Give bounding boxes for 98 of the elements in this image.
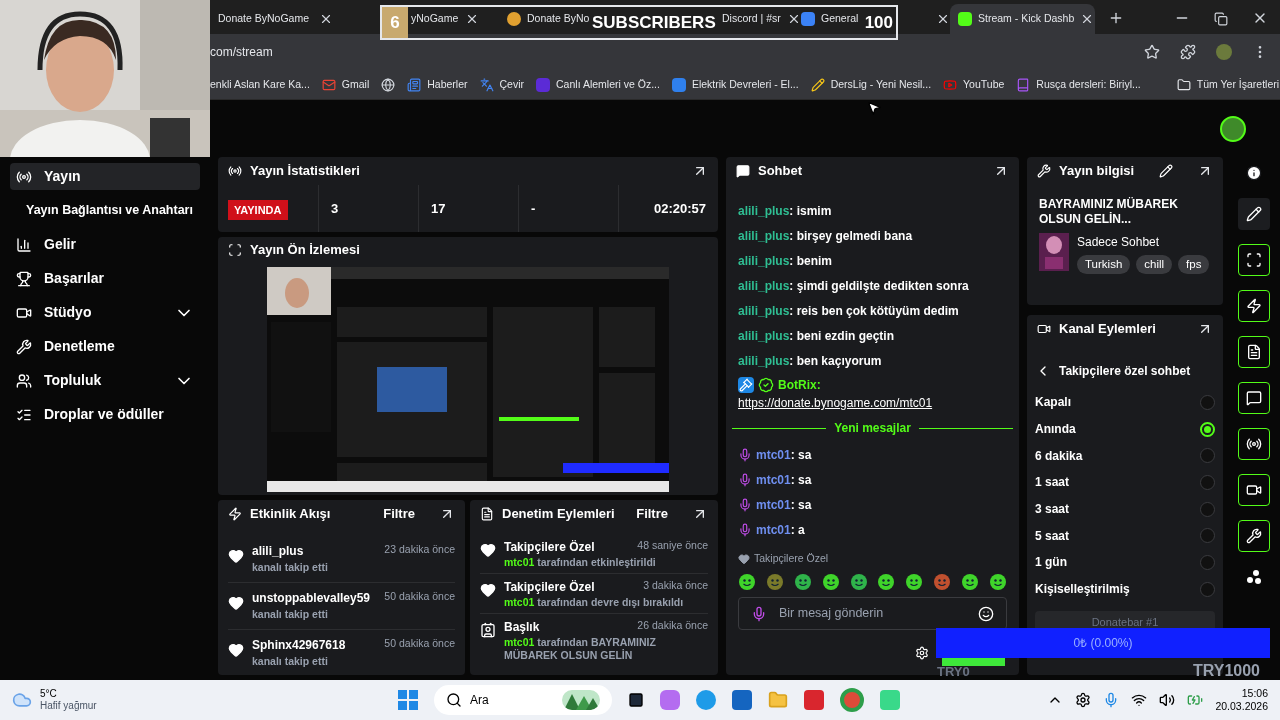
radio-option[interactable]: 6 dakika <box>1035 442 1215 470</box>
goal-label: SUBSCRIBERS <box>592 14 716 31</box>
bookmark[interactable]: Rusça dersleri: Biriyl... <box>1016 76 1141 93</box>
browser-tab[interactable]: Discord | #sr <box>722 4 781 34</box>
browser-tab[interactable]: yNoGame <box>411 4 459 34</box>
stat-value: - <box>531 199 536 218</box>
panel-title: Denetim Eylemleri <box>502 505 615 524</box>
category-name: Sadece Sohbet <box>1077 234 1161 251</box>
bookmark[interactable]: Canlı Alemleri ve Öz... <box>536 76 660 93</box>
message-input[interactable]: Bir mesaj gönderin <box>738 597 1007 630</box>
goal-max-label: TRY1000 <box>1193 663 1260 679</box>
message-field[interactable]: Bir mesaj gönderin <box>779 604 966 623</box>
chat-mode-label: Takipçilere Özel <box>754 551 829 567</box>
tag[interactable]: Turkish <box>1077 255 1131 275</box>
event-time: 50 dakika önce <box>384 635 455 651</box>
action-name: Başlık <box>504 619 540 636</box>
sidebar-item[interactable]: Denetleme <box>10 333 200 360</box>
bookmark[interactable]: Çevir <box>479 76 525 93</box>
chat-message: alili_plus: ben kaçıyorum <box>738 353 883 370</box>
filter-button[interactable]: Filtre <box>636 504 668 524</box>
action-name: Takipçilere Özel <box>504 539 595 556</box>
clock-date[interactable]: 20.03.2026 <box>1215 700 1268 713</box>
action-name: Takipçilere Özel <box>504 579 595 596</box>
radio-option[interactable]: 5 saat <box>1035 522 1215 550</box>
chat-message: alili_plus: beni ezdin geçtin <box>738 328 896 345</box>
radio-option[interactable]: Kapalı <box>1035 389 1215 416</box>
radio-option[interactable]: Anında <box>1035 415 1215 443</box>
panel-title: Yayın İstatistikleri <box>250 162 360 181</box>
chat-message: alili_plus: birşey gelmedi bana <box>738 228 914 245</box>
chat-message: mtc01: sa <box>756 471 812 489</box>
sidebar-item[interactable]: Droplar ve ödüller <box>10 401 200 428</box>
browser-tab[interactable]: General <box>801 4 859 34</box>
follower-name: unstoppablevalley59 <box>252 589 371 607</box>
event-description: kanalı takip etti <box>252 653 329 669</box>
event-time: 3 dakika önce <box>643 578 708 593</box>
goal-target: 100 <box>864 14 893 31</box>
new-messages-label: Yeni mesajlar <box>834 420 911 437</box>
chat-message: alili_plus: reis ben çok kötüyüm dedim <box>738 303 960 320</box>
event-time: 26 dakika önce <box>637 618 708 633</box>
sidebar-item[interactable]: Stüdyo <box>10 299 200 326</box>
temperature: 5°C <box>40 688 58 700</box>
bookmark[interactable]: DersLig - Yeni Nesil... <box>810 76 932 93</box>
search-field[interactable]: Ara <box>434 685 612 715</box>
radio-option[interactable]: 1 gün <box>1035 549 1215 576</box>
goal-min-label: TRY0 <box>937 665 970 678</box>
radio-option[interactable]: 1 saat <box>1035 469 1215 496</box>
sidebar-item[interactable]: Yayın <box>10 163 200 190</box>
event-time: 23 dakika önce <box>384 542 455 557</box>
panel-title: Yayın bilgisi <box>1059 162 1135 181</box>
chat-message: mtc01: sa <box>756 496 812 514</box>
follower-name: alili_plus <box>252 543 304 560</box>
sidebar-item[interactable]: Topluluk <box>10 367 200 394</box>
chat-message: alili_plus: benim <box>738 253 834 270</box>
event-time: 50 dakika önce <box>384 588 455 604</box>
back-button[interactable]: Takipçilere özel sohbet <box>1035 359 1215 383</box>
stat-value: 3 <box>331 199 339 218</box>
clock-time[interactable]: 15:06 <box>1241 687 1268 700</box>
panel-title: Kanal Eylemleri <box>1059 320 1156 339</box>
filter-button[interactable]: Filtre <box>383 504 415 524</box>
stream-title: BAYRAMINIZ MÜBAREK OLSUN GELİN... <box>1039 197 1179 227</box>
radio-option[interactable]: Kişiselleştirilmiş <box>1035 575 1215 603</box>
chat-message: mtc01: a <box>756 521 805 539</box>
panel-title: Etkinlik Akışı <box>250 505 331 524</box>
chat-message: alili_plus: ismim <box>738 203 833 220</box>
live-badge: YAYINDA <box>228 199 288 220</box>
chat-message: alili_plus: şimdi geldilşte dedikten sonra <box>738 278 970 295</box>
donation-amount: 0₺ (0.00%) <box>1073 635 1133 652</box>
bookmark[interactable]: Haberler <box>407 76 468 93</box>
weather-text: Hafif yağmur <box>40 700 97 712</box>
goal-count: 6 <box>382 7 408 38</box>
stat-value: 02:20:57 <box>653 199 706 218</box>
event-time: 48 saniye önce <box>637 538 708 553</box>
browser-tab[interactable]: Donate ByNoGame <box>218 4 310 34</box>
event-description: kanalı takip etti <box>252 606 329 622</box>
stat-value: 17 <box>431 199 446 218</box>
browser-tab[interactable]: Stream - Kick Dashb <box>950 4 1095 34</box>
radio-option[interactable]: 3 saat <box>1035 495 1215 523</box>
panel-title: Sohbet <box>758 162 803 181</box>
action-description: mtc01 tarafından etkinleştirildi <box>504 556 657 569</box>
follower-name: Sphinx42967618 <box>252 636 346 654</box>
panel-title: Yayın Ön İzlemesi <box>250 241 360 260</box>
event-description: kanalı takip etti <box>252 560 329 575</box>
sidebar-item[interactable]: Başarılar <box>10 265 200 292</box>
browser-tab[interactable]: Donate ByNo <box>507 4 590 34</box>
username: BotRix: <box>778 377 821 394</box>
tag[interactable]: fps <box>1178 255 1210 275</box>
bookmark[interactable]: YouTube <box>943 76 1005 93</box>
action-description: mtc01 tarafından BAYRAMINIZ MÜBAREK OLSUN GELİN <box>504 636 657 662</box>
bookmark[interactable]: Tüm Yer İşaretleri <box>1176 76 1280 93</box>
tag[interactable]: chill <box>1136 255 1173 275</box>
bookmark[interactable]: Elektrik Devreleri - El... <box>671 76 799 93</box>
link[interactable]: https://donate.bynogame.com/mtc01 <box>738 394 1007 412</box>
bookmark[interactable]: Gmail <box>321 76 370 93</box>
bookmark[interactable]: enkli Aslan Kare Ka... <box>210 76 310 93</box>
sidebar-item[interactable]: Gelir <box>10 231 200 258</box>
sidebar-item[interactable]: Yayın Bağlantısı ve Anahtarı <box>10 197 210 224</box>
action-description: mtc01 tarafından devre dışı bırakıldı <box>504 596 685 609</box>
chat-message: mtc01: sa <box>756 446 812 464</box>
